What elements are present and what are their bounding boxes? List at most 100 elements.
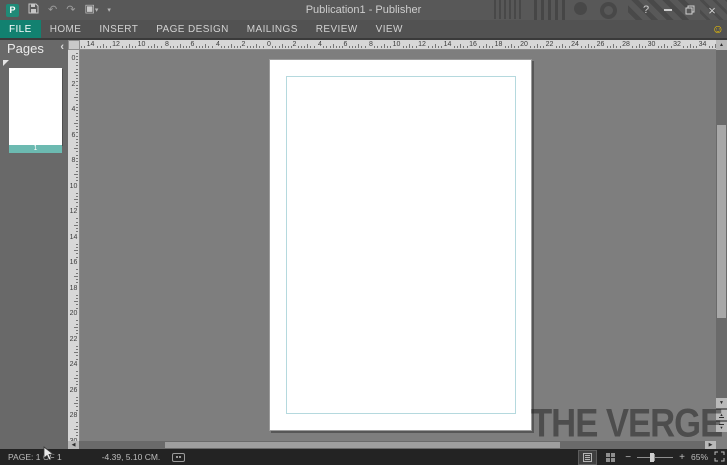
ruler-tick [559,46,560,48]
vertical-scrollbar[interactable]: ▲ ▼ ▲ ▼ [716,40,727,432]
ruler-tick [129,44,130,48]
tab-home[interactable]: HOME [41,20,91,38]
help-button[interactable]: ? [635,0,657,20]
undo-icon[interactable]: ↶ [48,3,57,17]
scroll-up-button[interactable]: ▲ [716,40,727,50]
restore-button[interactable] [679,0,701,20]
tab-page-design[interactable]: PAGE DESIGN [147,20,238,38]
ruler-tick [154,44,155,48]
ruler-number: 6 [343,40,349,49]
tab-view[interactable]: VIEW [367,20,412,38]
ruler-number: 0 [266,40,272,49]
ruler-tick [683,46,684,48]
ruler-number: 12 [111,40,121,49]
collapse-pages-panel-icon[interactable]: ‹ [60,42,64,53]
zoom-in-button[interactable]: + [679,452,685,463]
single-page-view-button[interactable] [579,451,596,464]
cursor-position-readout: -4.39, 5.10 CM. [102,452,161,462]
ruler-number: 32 [672,40,682,49]
customize-qat-icon[interactable]: ▾ [107,6,111,14]
ruler-tick [74,72,78,73]
ruler-tick [228,46,229,48]
previous-page-button[interactable]: ▲ [716,410,727,420]
ruler-number: 22 [69,336,79,344]
publisher-logo-icon[interactable]: P [6,4,19,17]
ruler-tick [247,46,248,48]
tab-mailings[interactable]: MAILINGS [238,20,307,38]
next-page-button[interactable]: ▼ [716,422,727,432]
zoom-slider-thumb[interactable] [650,453,654,462]
ruler-tick [406,46,407,48]
publication-page[interactable] [269,59,532,431]
ruler-tick [693,46,694,48]
ruler-tick [76,384,78,385]
ruler-tick [76,422,78,423]
ruler-tick [454,46,455,48]
tab-review[interactable]: REVIEW [307,20,367,38]
ruler-tick [76,129,78,130]
redo-icon[interactable]: ↷ [66,3,75,17]
ruler-number: 12 [69,208,79,216]
ruler-number: 18 [69,285,79,293]
zoom-percentage[interactable]: 65% [691,452,708,462]
ruler-tick [76,228,78,229]
ruler-tick [76,320,78,321]
close-button[interactable]: × [701,0,723,20]
ruler-tick [76,120,78,121]
canvas-workspace[interactable] [80,50,716,441]
ruler-tick [76,69,78,70]
ruler-tick [180,44,181,48]
ruler-tick [76,359,78,360]
ruler-tick [205,44,206,48]
ruler-number: 16 [69,259,79,267]
ruler-tick [508,46,509,48]
page-thumbnail[interactable] [9,68,62,145]
scroll-left-button[interactable]: ◀ [68,441,79,449]
page-thumbnail-number[interactable]: 1 [9,145,62,153]
ruler-number: 10 [69,183,79,191]
object-size-icon[interactable] [172,453,185,462]
horizontal-ruler[interactable]: 1412108642024681012141618202224262830323… [80,40,716,50]
pages-panel: Pages ‹ 1 [0,38,68,449]
ruler-tick [76,167,78,168]
ruler-tick [76,346,78,347]
touch-mode-icon[interactable]: ▣▾ [84,2,98,18]
ruler-tick [76,333,78,334]
ruler-number: 30 [647,40,657,49]
ruler-tick [76,126,78,127]
two-page-spread-view-button[interactable] [602,451,619,464]
minimize-button[interactable] [657,0,679,20]
ruler-tick [76,222,78,223]
horizontal-scrollbar-thumb[interactable] [165,442,560,448]
save-icon[interactable] [28,1,39,19]
ruler-tick [639,44,640,48]
ruler-tick [540,46,541,48]
send-a-smile-icon[interactable]: ☺ [712,22,724,36]
scroll-down-button[interactable]: ▼ [716,398,727,408]
ruler-tick [122,46,123,48]
ruler-tick [231,44,232,48]
zoom-slider[interactable] [637,451,673,464]
ruler-tick [339,46,340,48]
page-indicator[interactable]: PAGE: 1 OF 1 [8,452,62,462]
ruler-tick [556,46,557,48]
fit-page-icon [714,451,725,462]
vertical-scrollbar-thumb[interactable] [717,125,726,318]
horizontal-scrollbar[interactable]: ◀ ▶ [68,441,716,449]
tab-file[interactable]: FILE [0,20,41,38]
ruler-tick [74,327,78,328]
ruler-tick [76,257,78,258]
ruler-tick [514,46,515,48]
tab-insert[interactable]: INSERT [90,20,147,38]
ruler-number: 22 [545,40,555,49]
ruler-tick [301,46,302,48]
ruler-tick [588,44,589,48]
ruler-corner-box[interactable] [68,40,80,50]
scroll-right-button[interactable]: ▶ [705,441,716,449]
fit-page-button[interactable] [714,451,725,464]
vertical-ruler[interactable]: 024681012141618202224262830 [68,50,80,441]
zoom-out-button[interactable]: − [625,452,631,463]
ruler-tick [76,196,78,197]
ruler-tick [170,46,171,48]
ruler-tick [330,46,331,48]
